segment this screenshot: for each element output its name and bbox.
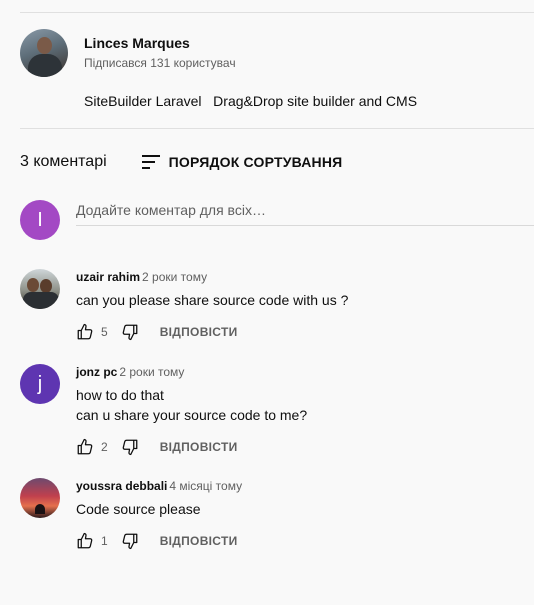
comment-text: can you please share source code with us…	[76, 292, 349, 308]
section-divider	[20, 128, 534, 129]
like-count: 1	[101, 534, 108, 548]
comment-input[interactable]	[76, 202, 534, 218]
comments-count: 3 коментарі	[20, 153, 107, 170]
comment-author[interactable]: jonz pc	[76, 365, 117, 379]
video-description: SiteBuilder Laravel Drag&Drop site build…	[84, 93, 418, 109]
channel-text: Linces Marques Підписався 131 користувач	[84, 34, 236, 72]
channel-name[interactable]: Linces Marques	[84, 34, 236, 52]
user-avatar: I	[20, 200, 60, 240]
comment-actions: 2 ВІДПОВІСТИ	[76, 435, 307, 459]
add-comment-row: I	[20, 200, 534, 240]
channel-info: Linces Marques Підписався 131 користувач	[20, 29, 236, 77]
sort-button[interactable]: ПОРЯДОК СОРТУВАННЯ	[139, 150, 343, 174]
thumbs-up-icon[interactable]	[76, 532, 94, 550]
avatar-person	[40, 279, 52, 293]
commenter-avatar[interactable]	[20, 269, 60, 309]
comment-item: youssra debbali 4 місяці тому Code source…	[20, 478, 242, 553]
comment-time[interactable]: 4 місяці тому	[169, 479, 242, 493]
avatar-head	[37, 37, 52, 54]
commenter-avatar[interactable]	[20, 478, 60, 518]
thumbs-down-icon[interactable]	[121, 532, 139, 550]
sort-icon	[141, 155, 160, 169]
comment-actions: 5 ВІДПОВІСТИ	[76, 320, 348, 344]
comment-time[interactable]: 2 роки тому	[142, 270, 207, 284]
comment-text: how to do that can u share your source c…	[76, 387, 308, 423]
like-count: 2	[101, 440, 108, 454]
avatar-tree	[35, 504, 45, 514]
comment-text: Code source please	[76, 501, 201, 517]
thumbs-up-icon[interactable]	[76, 438, 94, 456]
comment-author[interactable]: youssra debbali	[76, 479, 167, 493]
thumbs-up-icon[interactable]	[76, 323, 94, 341]
thumbs-down-icon[interactable]	[121, 323, 139, 341]
reply-button[interactable]: ВІДПОВІСТИ	[160, 534, 238, 548]
avatar-body	[23, 292, 59, 309]
comment-input-wrap	[76, 202, 534, 226]
comment-meta: youssra debbali 4 місяці тому	[76, 478, 242, 494]
reply-button[interactable]: ВІДПОВІСТИ	[160, 440, 238, 454]
comment-time[interactable]: 2 роки тому	[119, 365, 184, 379]
like-count: 5	[101, 325, 108, 339]
top-divider	[20, 12, 534, 13]
commenter-avatar[interactable]: j	[20, 364, 60, 404]
thumbs-down-icon[interactable]	[121, 438, 139, 456]
sort-label: ПОРЯДОК СОРТУВАННЯ	[168, 154, 343, 170]
comments-header: 3 коментарі ПОРЯДОК СОРТУВАННЯ	[20, 150, 342, 174]
channel-avatar[interactable]	[20, 29, 68, 77]
comment-meta: jonz pc 2 роки тому	[76, 364, 307, 380]
subscriber-count: Підписався 131 користувач	[84, 56, 236, 70]
comment-body: uzair rahim 2 роки тому can you please sh…	[76, 269, 348, 344]
avatar-person	[27, 278, 39, 292]
comment-body: jonz pc 2 роки тому how to do that can u …	[76, 364, 307, 459]
comment-item: j jonz pc 2 роки тому how to do that can …	[20, 364, 307, 459]
reply-button[interactable]: ВІДПОВІСТИ	[160, 325, 238, 339]
comment-item: uzair rahim 2 роки тому can you please sh…	[20, 269, 348, 344]
comment-author[interactable]: uzair rahim	[76, 270, 140, 284]
comment-meta: uzair rahim 2 роки тому	[76, 269, 348, 285]
comment-actions: 1 ВІДПОВІСТИ	[76, 529, 242, 553]
avatar-body	[28, 54, 62, 77]
comment-body: youssra debbali 4 місяці тому Code source…	[76, 478, 242, 553]
